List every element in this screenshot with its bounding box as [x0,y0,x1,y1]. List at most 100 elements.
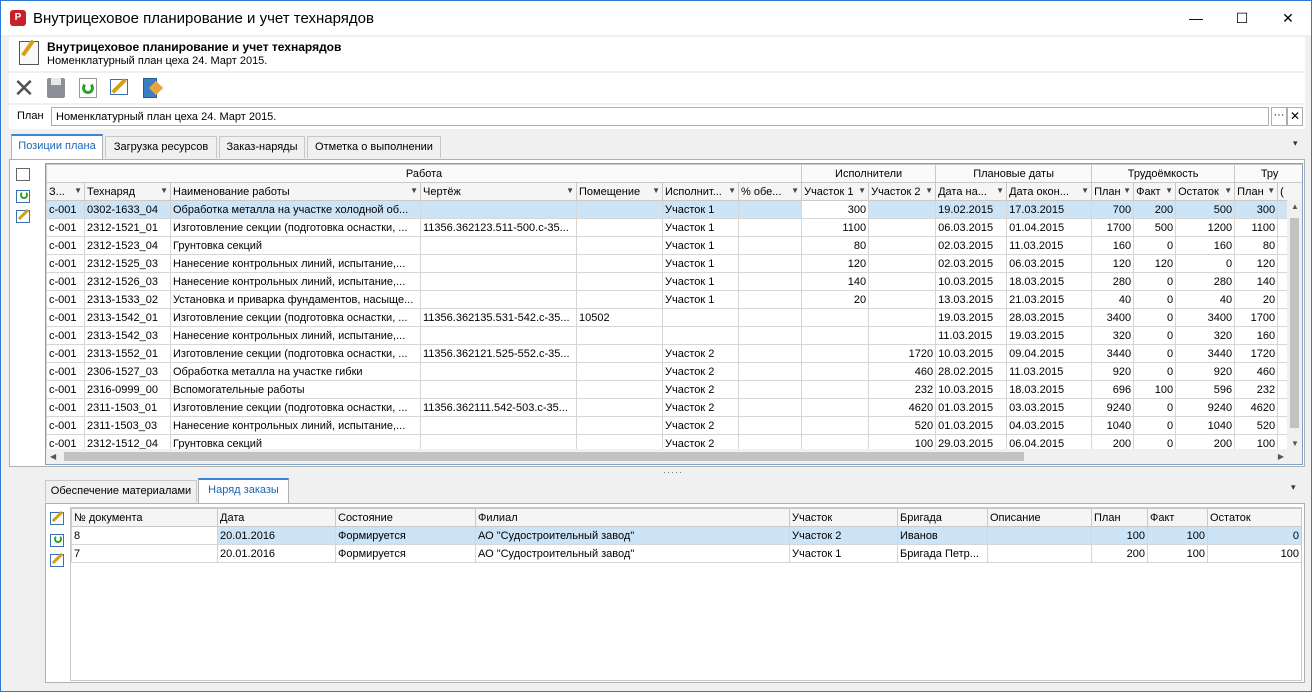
table-cell[interactable]: 1040 [1091,416,1135,435]
table-cell[interactable]: с-001 [46,290,85,309]
table-cell[interactable]: 120 [1234,254,1279,273]
table-cell[interactable]: с-001 [46,308,85,327]
table-cell[interactable] [868,308,937,327]
filter-icon[interactable]: ▼ [566,186,574,195]
table-cell[interactable] [801,416,870,435]
table-cell[interactable] [576,200,663,219]
table-cell[interactable] [737,218,803,237]
table-cell[interactable]: Нанесение контрольных линий, испытание,.… [170,272,421,291]
table-row[interactable]: с-001 0302-1633_04 Обработка металла на уч… [46,200,1302,219]
table-cell[interactable]: 0 [1133,416,1177,435]
table-cell[interactable]: 160 [1091,236,1135,255]
table-cell[interactable] [801,308,870,327]
filter-icon[interactable]: ▼ [1165,186,1173,195]
column-header[interactable]: ▼ Чертёж [420,182,577,201]
maximize-button[interactable]: ☐ [1219,1,1265,35]
close-button[interactable]: ✕ [1265,1,1311,35]
table-cell[interactable] [737,200,803,219]
table-cell[interactable]: 1100 [1234,218,1279,237]
table-cell[interactable]: с-001 [46,380,85,399]
table-cell[interactable] [737,344,803,363]
table-cell[interactable] [420,362,577,381]
table-cell[interactable] [420,200,577,219]
table-cell[interactable]: Нанесение контрольных линий, испытание,.… [170,254,421,273]
column-header[interactable]: Дата [217,508,336,527]
table-cell[interactable]: АО "Судостроительный завод" [475,526,790,545]
table-cell[interactable]: 100 [1207,544,1301,563]
column-header[interactable]: ▼ Дата окон... [1006,182,1093,201]
table-cell[interactable]: 06.03.2015 [935,218,1008,237]
table-cell[interactable] [737,362,803,381]
table-cell[interactable]: 160 [1175,236,1236,255]
table-cell[interactable]: 11.03.2015 [1006,236,1093,255]
table-cell[interactable]: 18.03.2015 [1006,272,1093,291]
edit-doc-row-icon[interactable] [48,552,68,570]
table-row[interactable]: 8 20.01.2016 Формируется АО "Судостроительн… [71,526,1301,545]
table-cell[interactable]: 2311-1503_01 [84,398,171,417]
table-cell[interactable]: 02.03.2015 [935,254,1008,273]
scroll-down-icon[interactable]: ▼ [1291,439,1299,448]
table-cell[interactable] [420,290,577,309]
column-header[interactable]: № документа [71,508,218,527]
table-cell[interactable] [420,326,577,345]
filter-icon[interactable]: ▼ [1224,186,1232,195]
table-cell[interactable]: с-001 [46,344,85,363]
table-cell[interactable]: Нанесение контрольных линий, испытание,.… [170,326,421,345]
horizontal-scrollbar[interactable]: ◀ ▶ [46,449,1302,464]
table-cell[interactable]: 28.02.2015 [935,362,1008,381]
plan-clear-button[interactable]: ✕ [1287,107,1303,126]
table-cell[interactable]: 19.03.2015 [935,308,1008,327]
table-cell[interactable]: с-001 [46,254,85,273]
table-cell[interactable]: 300 [801,200,870,219]
table-cell[interactable] [801,398,870,417]
table-cell[interactable]: 4620 [1234,398,1279,417]
filter-icon[interactable]: ▼ [1123,186,1131,195]
column-header[interactable]: ▼ Участок 1 [801,182,870,201]
table-cell[interactable]: 09.04.2015 [1006,344,1093,363]
table-cell[interactable] [868,218,937,237]
table-cell[interactable]: с-001 [46,200,85,219]
table-cell[interactable]: 3440 [1091,344,1135,363]
column-header[interactable]: ▼ Дата на... [935,182,1008,201]
column-header[interactable]: ▼ План [1234,182,1279,201]
table-cell[interactable]: 160 [1234,326,1279,345]
table-cell[interactable]: 120 [801,254,870,273]
table-cell[interactable]: 300 [1234,200,1279,219]
table-cell[interactable]: 200 [1091,544,1148,563]
table-row[interactable]: с-001 2313-1533_02 Установка и приварка фу… [46,290,1302,309]
table-cell[interactable] [576,290,663,309]
table-cell[interactable]: 100 [1147,526,1208,545]
table-cell[interactable]: с-001 [46,272,85,291]
table-cell[interactable]: 232 [1234,380,1279,399]
table-cell[interactable]: 520 [868,416,937,435]
filter-icon[interactable]: ▼ [1081,186,1089,195]
table-cell[interactable]: 1200 [1175,218,1236,237]
table-cell[interactable]: 2311-1503_03 [84,416,171,435]
table-cell[interactable]: 7 [71,544,218,563]
table-cell[interactable]: 13.03.2015 [935,290,1008,309]
table-cell[interactable]: 2313-1533_02 [84,290,171,309]
table-cell[interactable]: 500 [1175,200,1236,219]
table-cell[interactable] [576,326,663,345]
table-cell[interactable]: Формируется [335,544,476,563]
table-cell[interactable]: 280 [1175,272,1236,291]
table-cell[interactable]: Участок 2 [662,398,739,417]
table-row[interactable]: с-001 2311-1503_03 Нанесение контрольных л… [46,416,1302,435]
table-cell[interactable] [737,236,803,255]
table-cell[interactable]: 9240 [1091,398,1135,417]
table-cell[interactable]: 2306-1527_03 [84,362,171,381]
table-cell[interactable]: с-001 [46,218,85,237]
table-cell[interactable]: 100 [1091,526,1148,545]
table-cell[interactable] [737,272,803,291]
table-cell[interactable]: 20 [1234,290,1279,309]
table-cell[interactable]: 4620 [868,398,937,417]
table-cell[interactable]: 0 [1133,398,1177,417]
column-header[interactable]: Состояние [335,508,476,527]
tab-order-assignments[interactable]: Наряд заказы [198,478,289,503]
table-row[interactable]: с-001 2312-1523_04 Грунтовка секций Участок… [46,236,1302,255]
filter-icon[interactable]: ▼ [410,186,418,195]
table-cell[interactable]: Нанесение контрольных линий, испытание,.… [170,416,421,435]
table-cell[interactable] [868,200,937,219]
table-row[interactable]: с-001 2312-1525_03 Нанесение контрольных л… [46,254,1302,273]
column-header[interactable]: ▼ План [1091,182,1135,201]
